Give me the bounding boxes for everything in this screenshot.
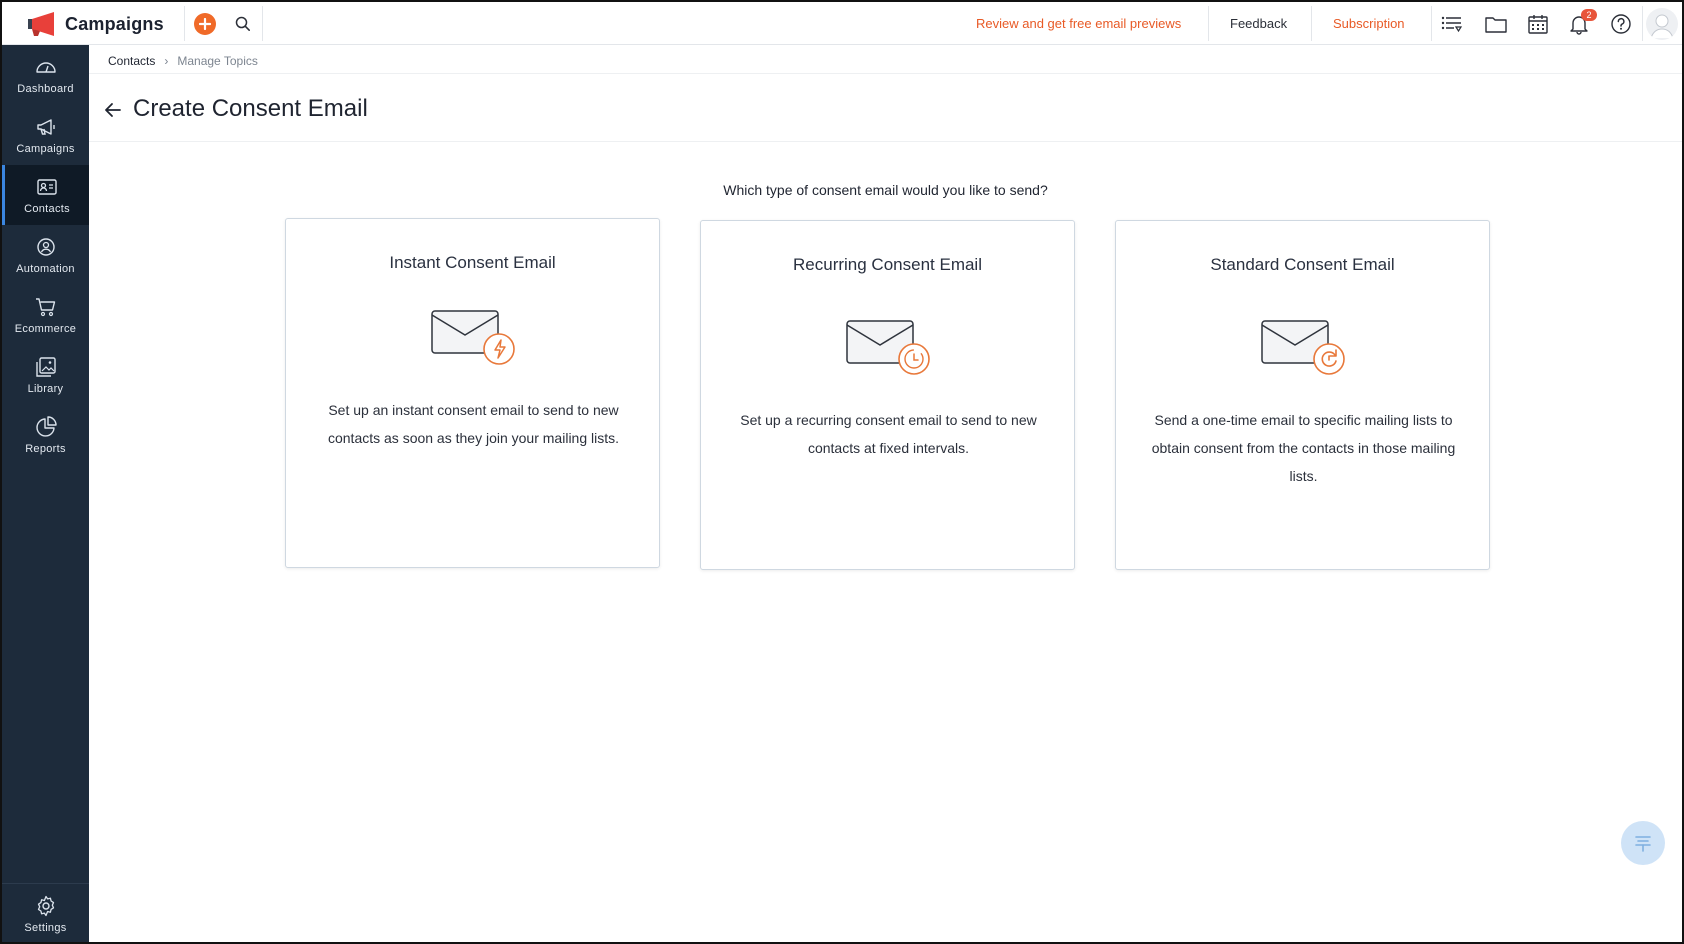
sidebar-item-automation[interactable]: Automation <box>2 225 89 285</box>
help-button[interactable] <box>1607 10 1635 38</box>
contact-card-icon <box>37 179 57 195</box>
dashboard-icon <box>35 62 56 73</box>
create-new-button[interactable] <box>194 13 216 35</box>
notifications-button[interactable]: 2 <box>1565 9 1597 38</box>
instant-consent-email-card[interactable]: Instant Consent Email Set up an instant … <box>285 218 660 568</box>
list-filter-icon <box>1441 16 1463 33</box>
sidebar-item-contacts[interactable]: Contacts <box>2 165 89 225</box>
lists-button[interactable] <box>1438 10 1466 38</box>
calendar-icon <box>1528 15 1548 34</box>
sidebar-item-dashboard[interactable]: Dashboard <box>2 45 89 105</box>
feedback-icon <box>1635 836 1651 852</box>
settings-label: Settings <box>24 921 67 934</box>
gear-icon <box>37 895 54 916</box>
plus-icon <box>199 18 211 30</box>
divider <box>184 6 185 41</box>
envelope-refresh-icon <box>1261 320 1345 375</box>
standard-consent-email-card[interactable]: Standard Consent Email Send a one-time e… <box>1115 220 1490 570</box>
card-title: Recurring Consent Email <box>793 255 982 274</box>
files-button[interactable] <box>1482 10 1510 38</box>
divider <box>89 141 1682 142</box>
campaigns-logo-icon <box>28 12 54 36</box>
cart-icon <box>35 298 55 317</box>
brand[interactable]: Campaigns <box>2 2 184 45</box>
divider <box>89 73 1682 74</box>
subscription-link[interactable]: Subscription <box>1333 2 1405 45</box>
envelope-lightning-icon <box>431 310 515 365</box>
library-icon <box>35 357 56 377</box>
breadcrumb-current: Manage Topics <box>177 54 258 68</box>
envelope-clock-icon <box>846 320 930 375</box>
divider <box>1311 6 1312 41</box>
breadcrumb: Contacts › Manage Topics <box>108 51 258 71</box>
sidebar-item-label: Library <box>27 383 64 395</box>
feedback-link[interactable]: Feedback <box>1230 2 1287 45</box>
automation-icon <box>36 238 55 256</box>
sidebar-item-label: Campaigns <box>16 143 75 155</box>
card-description: Set up an instant consent email to send … <box>327 402 620 446</box>
sidebar-item-settings[interactable]: Settings <box>2 883 89 942</box>
divider <box>1642 6 1643 41</box>
help-icon <box>1611 14 1631 34</box>
search-button[interactable] <box>232 13 254 35</box>
sidebar-item-label: Automation <box>16 263 75 275</box>
user-avatar[interactable] <box>1646 8 1678 40</box>
page-title: Create Consent Email <box>133 95 368 122</box>
sidebar-item-library[interactable]: Library <box>2 345 89 405</box>
sidebar-item-campaigns[interactable]: Campaigns <box>2 105 89 165</box>
feedback-chat-button[interactable] <box>1621 821 1665 865</box>
app-title: Campaigns <box>65 14 164 34</box>
sidebar: Dashboard Campaigns Contacts Automation … <box>2 45 89 942</box>
divider <box>262 6 263 41</box>
card-description: Send a one-time email to specific mailin… <box>1151 412 1456 484</box>
arrow-left-icon <box>105 103 121 117</box>
main-content: Contacts › Manage Topics Create Consent … <box>89 45 1682 942</box>
pie-chart-icon <box>35 416 57 437</box>
sidebar-item-label: Contacts <box>24 203 70 215</box>
review-email-previews-link[interactable]: Review and get free email previews <box>976 2 1181 45</box>
megaphone-icon <box>36 119 55 135</box>
folder-icon <box>1485 17 1507 33</box>
card-description: Set up a recurring consent email to send… <box>740 412 1037 456</box>
user-icon <box>1650 14 1674 39</box>
breadcrumb-contacts-link[interactable]: Contacts <box>108 54 155 68</box>
recurring-consent-email-card[interactable]: Recurring Consent Email Set up a recurri… <box>700 220 1075 570</box>
top-bar: Campaigns Review and get free email prev… <box>2 2 1682 45</box>
app-window: Campaigns Review and get free email prev… <box>0 0 1684 944</box>
divider <box>1208 6 1209 41</box>
sidebar-item-label: Dashboard <box>17 83 74 95</box>
chevron-right-icon: › <box>164 54 169 68</box>
back-button[interactable] <box>101 98 125 122</box>
card-title: Instant Consent Email <box>389 253 556 272</box>
notification-count-badge: 2 <box>1581 9 1597 21</box>
search-icon <box>235 16 250 31</box>
consent-type-question: Which type of consent email would you li… <box>723 182 1048 198</box>
sidebar-item-label: Ecommerce <box>14 323 77 335</box>
sidebar-item-reports[interactable]: Reports <box>2 405 89 465</box>
divider <box>1431 6 1432 41</box>
sidebar-item-label: Reports <box>25 443 66 455</box>
sidebar-item-ecommerce[interactable]: Ecommerce <box>2 285 89 345</box>
card-title: Standard Consent Email <box>1210 255 1395 274</box>
calendar-button[interactable] <box>1524 10 1552 38</box>
